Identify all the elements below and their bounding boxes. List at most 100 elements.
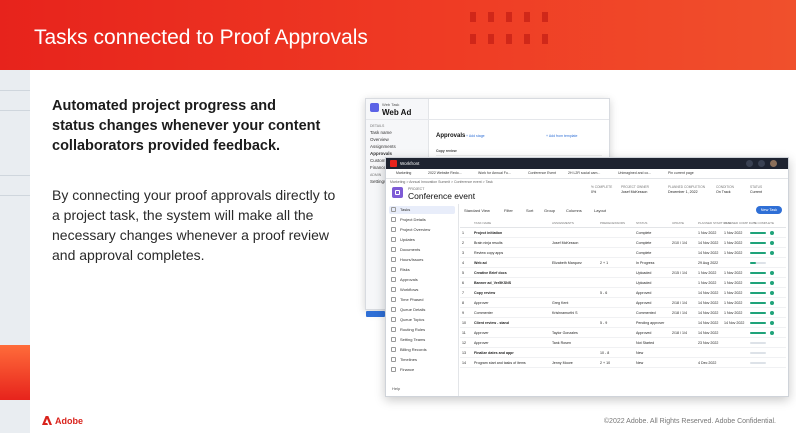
cell-name[interactable]: Banner ad_Ver5KSNS xyxy=(474,281,511,285)
table-row[interactable]: 8 Approver Greg Kent Approved 2/18 / 1/4 14 N… xyxy=(460,299,786,308)
cell-status[interactable]: Complete xyxy=(636,241,651,245)
cell-name[interactable]: Client review - stand xyxy=(474,321,509,325)
sidebar-item-setting-teams[interactable]: Setting Teams xyxy=(389,336,455,344)
new-task-button[interactable]: New Task xyxy=(756,206,782,214)
sidebar-item-billing-records[interactable]: Billing Records xyxy=(389,346,455,354)
cell-status[interactable]: Complete xyxy=(636,231,651,235)
cell-start: 14 Nov 2022 xyxy=(698,311,719,315)
cell-status[interactable]: Uploaded xyxy=(636,271,651,275)
table-row[interactable]: 13 Finalize dates and appr 10 - 8 New xyxy=(460,349,786,358)
tab-active[interactable]: Conference Event xyxy=(528,171,556,175)
cell-status[interactable]: Not Started xyxy=(636,341,654,345)
sidebar-item-updates[interactable]: Updates xyxy=(389,236,455,244)
table-row[interactable]: 3 Review copy apps Complete 14 Nov 2022 1 No… xyxy=(460,249,786,258)
sidebar-item-risks[interactable]: Risks xyxy=(389,266,455,274)
sort-button[interactable]: Sort xyxy=(526,208,533,213)
table-row[interactable]: 4 Web ad Elizabeth Marquez 2 + 1 In Progress… xyxy=(460,259,786,268)
pin-page-link[interactable]: Pin current page xyxy=(668,171,694,175)
sidebar-item-finance[interactable]: Finance xyxy=(389,366,455,374)
cell-name[interactable]: Approver xyxy=(474,341,489,345)
layout-button[interactable]: Layout xyxy=(594,208,606,213)
cell-name[interactable]: Brain ninja results xyxy=(474,241,503,245)
cell-status[interactable]: Approved xyxy=(636,291,651,295)
nav-item[interactable]: Settings xyxy=(370,179,386,184)
sidebar-item-project-details[interactable]: Project Details xyxy=(389,216,455,224)
columns-button[interactable]: Columns xyxy=(566,208,582,213)
sidebar-item-time-phased[interactable]: Time Phased xyxy=(389,296,455,304)
sidebar-item-workflows[interactable]: Workflows xyxy=(389,286,455,294)
progress-fill xyxy=(750,262,757,264)
nav-item[interactable]: Overview xyxy=(370,137,389,142)
section-label: DETAILS xyxy=(370,124,385,128)
table-row[interactable]: 5 Creative Brief docs Uploaded 2/15 / 1/4 1 … xyxy=(460,269,786,278)
tab[interactable]: Work for Annual Fu... xyxy=(478,171,511,175)
nav-item[interactable]: Finance xyxy=(370,165,386,170)
screenshot-header: Web Task Web Ad xyxy=(366,99,609,120)
nav-icon xyxy=(391,297,396,302)
sidebar-item-project-overview[interactable]: Project Overview xyxy=(389,226,455,234)
sidebar-item-routing-rules[interactable]: Routing Rules xyxy=(389,326,455,334)
nav-item[interactable]: Task name xyxy=(370,130,392,135)
breadcrumb[interactable]: Marketing > Annual Innovation Summit > C… xyxy=(390,180,493,184)
table-row[interactable]: 1 Project initiation Complete 1 Nov 2022 1 N… xyxy=(460,229,786,238)
cell-status[interactable]: New xyxy=(636,351,643,355)
cell-name[interactable]: Project initiation xyxy=(474,231,502,235)
cell-status[interactable]: Approved xyxy=(636,331,651,335)
add-template-link[interactable]: + Add from template xyxy=(546,134,577,138)
cell-status[interactable]: Uploaded xyxy=(636,281,651,285)
cell-status[interactable]: Commented xyxy=(636,311,656,315)
nav-item[interactable]: Assignments xyxy=(370,144,396,149)
nav-item-selected[interactable]: Approvals xyxy=(370,151,392,156)
table-row[interactable]: 7 Copy review 5 - 6 Approved 14 Nov 2022 1 No… xyxy=(460,289,786,298)
cell-status[interactable]: Pending approver xyxy=(636,321,664,325)
cell-update: 2/18 / 1/4 xyxy=(672,301,687,305)
sidebar-item-hours-issues[interactable]: Hours/Issues xyxy=(389,256,455,264)
complete-check-icon xyxy=(770,271,774,275)
search-icon[interactable] xyxy=(746,160,753,167)
tab[interactable]: Unimagined and co... xyxy=(618,171,651,175)
sidebar-item-tasks[interactable]: Tasks xyxy=(389,206,455,214)
cell-start: 14 Nov 2022 xyxy=(698,291,719,295)
section-label: ADMIN xyxy=(370,173,382,177)
cell-status[interactable]: In Progress xyxy=(636,261,654,265)
add-stage-link[interactable]: + Add stage xyxy=(466,134,485,138)
cell-name[interactable]: Copy review xyxy=(474,291,495,295)
sidebar-item-documents[interactable]: Documents xyxy=(389,246,455,254)
tab[interactable]: 2H L2R social cam... xyxy=(568,171,600,175)
sidebar-item-timelines[interactable]: Timelines xyxy=(389,356,455,364)
cell-name[interactable]: Web ad xyxy=(474,261,487,265)
tab[interactable]: Marketing xyxy=(396,171,411,175)
cell-name[interactable]: Finalize dates and appr xyxy=(474,351,514,355)
table-row[interactable]: 6 Banner ad_Ver5KSNS Uploaded 1 Nov 2022 1 N… xyxy=(460,279,786,288)
bell-icon[interactable] xyxy=(758,160,765,167)
help-link[interactable]: Help xyxy=(392,386,400,391)
table-row[interactable]: 12 Approver Tank Rosen Not Started 23 Nov 20… xyxy=(460,339,786,348)
cell-name[interactable]: Approver xyxy=(474,301,489,305)
cell-name[interactable]: Creative Brief docs xyxy=(474,271,507,275)
project-icon xyxy=(392,187,403,198)
cell-name[interactable]: Approver xyxy=(474,331,489,335)
nav-icon xyxy=(391,317,396,322)
table-row[interactable]: 11 Approver Taylor Gonzales Approved 2/18 / … xyxy=(460,329,786,338)
cell-status[interactable]: Approved xyxy=(636,301,651,305)
table-row[interactable]: 9 Commenter Krishnamurthi S Commented 2/18 /… xyxy=(460,309,786,318)
table-row[interactable]: 2 Brain ninja results Josef McKesson Comple… xyxy=(460,239,786,248)
cell-status[interactable]: Complete xyxy=(636,251,651,255)
sidebar-item-approvals[interactable]: Approvals xyxy=(389,276,455,284)
cell-name[interactable]: Commenter xyxy=(474,311,493,315)
cell-name[interactable]: Review copy apps xyxy=(474,251,503,255)
filter-button[interactable]: Filter xyxy=(504,208,513,213)
sidebar-item-queue-details[interactable]: Queue Details xyxy=(389,306,455,314)
cell-status[interactable]: New xyxy=(636,361,643,365)
user-avatar[interactable] xyxy=(770,160,777,167)
table-row[interactable]: 10 Client review - stand 5 - 9 Pending appr… xyxy=(460,319,786,328)
group-button[interactable]: Group xyxy=(544,208,555,213)
view-selector[interactable]: Standard View xyxy=(464,208,490,213)
brand-label: Web Task xyxy=(382,102,400,107)
tab[interactable]: 2022 Website Redo... xyxy=(428,171,462,175)
sidebar-item-queue-topics[interactable]: Queue Topics xyxy=(389,316,455,324)
cell-name[interactable]: Program start and tasks of items xyxy=(474,361,526,365)
nav-icon xyxy=(391,347,396,352)
cell-comp: 1 Nov 2022 xyxy=(724,251,743,255)
table-row[interactable]: 14 Program start and tasks of items Jenny … xyxy=(460,359,786,368)
